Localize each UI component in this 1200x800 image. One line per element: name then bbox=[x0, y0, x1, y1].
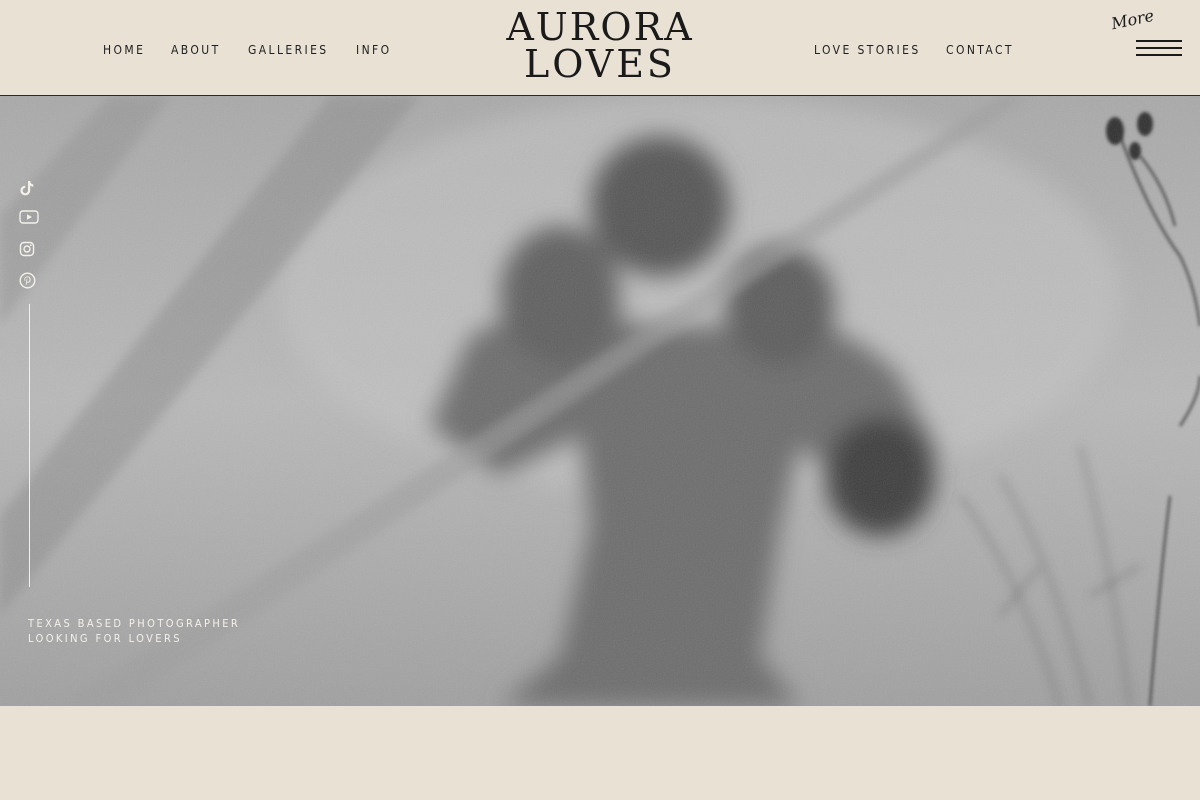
hero-photo bbox=[0, 96, 1200, 706]
youtube-icon[interactable] bbox=[19, 210, 41, 232]
vertical-divider bbox=[29, 304, 30, 587]
pinterest-icon[interactable] bbox=[19, 272, 41, 294]
hero-tagline-line-2: LOOKING FOR LOVERS bbox=[28, 632, 182, 645]
logo-line-1: AURORA bbox=[506, 5, 694, 49]
more-label: More bbox=[1109, 5, 1156, 34]
hamburger-icon[interactable] bbox=[1136, 38, 1182, 60]
nav-galleries[interactable]: GALLERIES bbox=[248, 43, 329, 57]
site-logo[interactable]: AURORA LOVES bbox=[500, 8, 700, 83]
nav-contact[interactable]: CONTACT bbox=[946, 43, 1014, 57]
instagram-icon[interactable] bbox=[19, 241, 41, 263]
nav-love-stories[interactable]: LOVE STORIES bbox=[814, 43, 921, 57]
logo-line-2: LOVES bbox=[524, 42, 676, 86]
hero-tagline-line-1: TEXAS BASED PHOTOGRAPHER bbox=[28, 617, 241, 630]
nav-info[interactable]: INFO bbox=[356, 43, 392, 57]
hero-image: TEXAS BASED PHOTOGRAPHER LOOKING FOR LOV… bbox=[0, 96, 1200, 706]
nav-about[interactable]: ABOUT bbox=[171, 43, 221, 57]
nav-home[interactable]: HOME bbox=[103, 43, 145, 57]
site-header: HOME ABOUT GALLERIES INFO AURORA LOVES L… bbox=[0, 0, 1200, 96]
tiktok-icon[interactable] bbox=[19, 180, 41, 202]
